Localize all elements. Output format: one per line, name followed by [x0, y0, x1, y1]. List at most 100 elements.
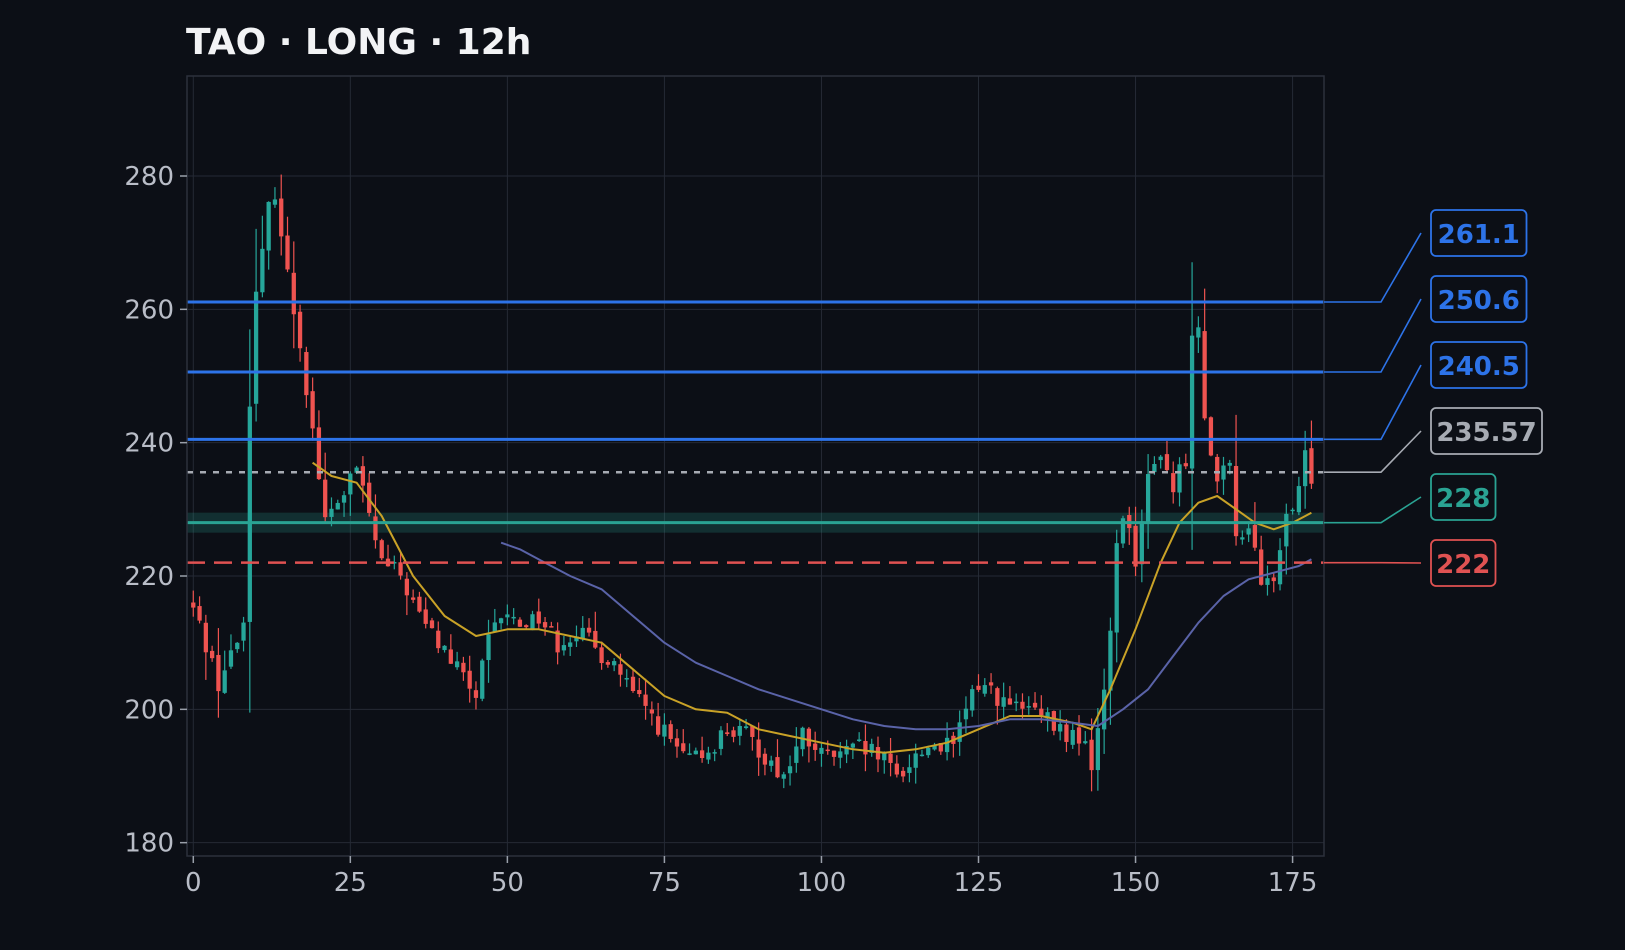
candle-body — [442, 645, 447, 651]
candle-body — [373, 516, 378, 541]
candle-body — [530, 614, 535, 631]
x-tick-label: 125 — [954, 868, 1004, 898]
candle-body — [1221, 465, 1226, 480]
candle-body — [1158, 456, 1163, 461]
candle-body — [718, 730, 724, 749]
candle-body — [448, 649, 453, 664]
candle-body — [492, 622, 497, 632]
candle-body — [1001, 697, 1006, 707]
candle-body — [1202, 331, 1207, 419]
candle-body — [1303, 450, 1308, 487]
candle-body — [825, 749, 830, 752]
candle-body — [649, 709, 654, 714]
entry-price-tag-label: 228 — [1436, 484, 1490, 514]
candle-body — [1183, 463, 1188, 467]
candle-body — [781, 774, 786, 779]
candle-body — [329, 508, 334, 517]
candle-body — [1095, 728, 1100, 771]
candle-body — [775, 757, 780, 778]
candle-body — [813, 743, 818, 750]
candle-body — [894, 763, 899, 775]
candle-body — [963, 708, 969, 720]
candle-body — [1145, 474, 1151, 523]
candle-body — [712, 752, 717, 754]
candle-body — [266, 201, 271, 251]
candle-body — [1196, 327, 1201, 338]
candle-body — [988, 682, 994, 686]
candle-body — [323, 479, 328, 518]
candle-body — [260, 248, 265, 293]
candle-body — [976, 685, 981, 690]
candle-body — [467, 670, 472, 689]
candle-body — [643, 694, 648, 706]
candle-body — [1026, 706, 1031, 708]
candle-body — [662, 724, 667, 737]
candle-body — [1296, 486, 1302, 513]
candle-body — [505, 614, 510, 618]
candle-body — [668, 724, 673, 739]
candle-body — [1089, 739, 1094, 771]
candle-body — [731, 730, 736, 737]
candle-body — [360, 466, 366, 486]
candle-body — [1133, 525, 1138, 567]
candle-body — [279, 198, 284, 237]
x-tick-label: 25 — [334, 868, 367, 898]
candle-body — [1007, 698, 1013, 705]
candle-body — [1070, 729, 1075, 745]
candle-body — [586, 627, 592, 633]
candle-body — [1171, 473, 1176, 493]
candle-body — [423, 609, 428, 624]
candle-body — [517, 619, 523, 627]
candle-body — [1014, 701, 1019, 704]
candle-body — [674, 738, 680, 747]
candle-body — [1246, 528, 1251, 535]
candle-body — [404, 578, 409, 596]
candle-body — [1083, 741, 1088, 744]
candle-body — [605, 662, 611, 665]
candle-body — [1076, 727, 1082, 744]
candle-body — [743, 726, 749, 729]
candle-body — [850, 743, 856, 748]
candle-body — [982, 685, 987, 694]
candle-body — [1164, 454, 1170, 471]
candle-body — [285, 235, 290, 270]
y-tick-label: 260 — [124, 295, 174, 325]
candle-body — [291, 272, 296, 315]
candle-body — [253, 291, 259, 404]
candle-body — [1265, 578, 1270, 585]
candle-body — [794, 746, 799, 763]
candle-body — [624, 678, 629, 680]
candle-body — [480, 660, 485, 699]
candle-body — [1215, 456, 1220, 482]
candle-body — [398, 562, 403, 576]
chart-container: TAO · LONG · 12h 0 25 50 75 100 125 150 175 180 2… — [0, 0, 1625, 950]
candle-body — [498, 618, 504, 624]
candle-body — [888, 753, 893, 763]
chart-title: TAO · LONG · 12h — [186, 22, 531, 63]
candle-body — [1108, 630, 1113, 691]
tp-price-tag-label: 250.6 — [1438, 286, 1520, 316]
x-tick-label: 50 — [491, 868, 524, 898]
candle-body — [838, 751, 843, 758]
candle-body — [863, 740, 868, 755]
tp-price-tag-label: 261.1 — [1438, 220, 1520, 250]
x-tick-label: 175 — [1268, 868, 1318, 898]
current-price-tag-label: 235.57 — [1436, 418, 1536, 448]
candle-body — [1227, 462, 1232, 466]
candle-body — [693, 750, 698, 755]
candle-body — [310, 391, 315, 429]
candle-body — [857, 739, 862, 741]
candle-body — [473, 690, 479, 698]
candle-body — [618, 664, 623, 675]
y-tick-label: 240 — [124, 429, 174, 459]
y-tick-label: 200 — [124, 695, 174, 725]
candle-body — [769, 760, 774, 766]
candle-body — [681, 743, 686, 752]
candle-body — [1020, 701, 1025, 709]
candle-body — [787, 766, 793, 774]
candle-body — [235, 642, 240, 650]
candle-body — [436, 630, 441, 649]
candle-body — [191, 602, 196, 608]
candle-body — [1189, 335, 1195, 469]
candle-body — [756, 739, 761, 758]
